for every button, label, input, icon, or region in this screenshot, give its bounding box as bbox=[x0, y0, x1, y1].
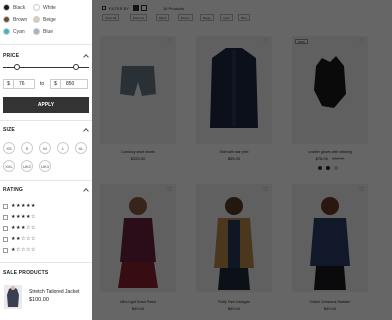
color-swatch bbox=[33, 4, 40, 11]
size-option-s[interactable]: S bbox=[21, 142, 33, 154]
price-min-value: 76 bbox=[19, 81, 25, 87]
divider bbox=[0, 120, 92, 121]
color-swatch bbox=[3, 28, 10, 35]
price-slider-max-handle[interactable] bbox=[73, 64, 79, 70]
star-rating: ★★★★☆ bbox=[11, 214, 36, 220]
price-to-label: to bbox=[40, 81, 45, 87]
rating-option-4[interactable]: ★★★★☆ bbox=[3, 214, 36, 220]
chevron-up-icon[interactable] bbox=[83, 54, 89, 60]
checkbox[interactable] bbox=[3, 236, 8, 242]
star-rating: ★☆☆☆☆ bbox=[11, 247, 36, 253]
sale-product-image[interactable] bbox=[4, 285, 22, 309]
star-rating: ★★★★★ bbox=[11, 203, 36, 209]
color-swatch bbox=[3, 16, 10, 23]
color-label: White bbox=[43, 4, 56, 11]
color-label: Blue bbox=[43, 28, 54, 35]
chevron-up-icon[interactable] bbox=[83, 188, 89, 194]
sale-product-name[interactable]: Stretch Tailored Jacket bbox=[29, 289, 80, 295]
divider bbox=[0, 262, 92, 263]
price-min-field[interactable]: $ 76 bbox=[3, 79, 35, 89]
size-option-uk2[interactable]: UK2 bbox=[21, 160, 33, 172]
price-max-value: 850 bbox=[66, 81, 75, 87]
checkbox[interactable] bbox=[3, 225, 8, 231]
checkbox[interactable] bbox=[3, 203, 8, 209]
rating-option-3[interactable]: ★★★☆☆ bbox=[3, 225, 36, 231]
price-title: PRICE bbox=[3, 53, 20, 59]
color-label: Brown bbox=[13, 16, 28, 23]
rating-option-2[interactable]: ★★☆☆☆ bbox=[3, 236, 36, 242]
divider bbox=[0, 44, 92, 45]
color-label: Cyan bbox=[13, 28, 25, 35]
rating-option-5[interactable]: ★★★★★ bbox=[3, 203, 36, 209]
color-option-blue[interactable]: Blue bbox=[33, 28, 53, 35]
rating-title: RATING bbox=[3, 187, 23, 193]
star-rating: ★★☆☆☆ bbox=[11, 236, 36, 242]
size-option-xs[interactable]: XS bbox=[3, 142, 15, 154]
checkbox[interactable] bbox=[3, 247, 8, 253]
size-option-xxl[interactable]: XXL bbox=[3, 160, 15, 172]
apply-button[interactable]: APPLY bbox=[3, 97, 89, 113]
rating-option-1[interactable]: ★☆☆☆☆ bbox=[3, 247, 36, 253]
color-option-black[interactable]: Black bbox=[3, 4, 25, 11]
size-option-l[interactable]: L bbox=[57, 142, 69, 154]
filter-sidebar: Black White Brown Beige Cyan Blue PRICE … bbox=[0, 0, 92, 320]
color-label: Beige bbox=[43, 16, 56, 23]
currency-symbol: $ bbox=[4, 80, 14, 88]
color-swatch bbox=[33, 16, 40, 23]
size-option-xl[interactable]: XL bbox=[75, 142, 87, 154]
price-max-field[interactable]: $ 850 bbox=[50, 79, 88, 89]
color-option-cyan[interactable]: Cyan bbox=[3, 28, 25, 35]
sale-product-price: $100.00 bbox=[29, 297, 49, 303]
color-option-white[interactable]: White bbox=[33, 4, 56, 11]
modal-backdrop[interactable] bbox=[92, 0, 392, 320]
size-option-m[interactable]: M bbox=[39, 142, 51, 154]
size-option-uk3[interactable]: UK3 bbox=[39, 160, 51, 172]
color-label: Black bbox=[13, 4, 26, 11]
color-option-beige[interactable]: Beige bbox=[33, 16, 56, 23]
size-title: SIZE bbox=[3, 127, 15, 133]
chevron-up-icon[interactable] bbox=[83, 128, 89, 134]
currency-symbol: $ bbox=[51, 80, 61, 88]
divider bbox=[0, 180, 92, 181]
color-swatch bbox=[3, 4, 10, 11]
checkbox[interactable] bbox=[3, 214, 8, 220]
price-slider-min-handle[interactable] bbox=[14, 64, 20, 70]
sale-products-title: SALE PRODUCTS bbox=[3, 270, 49, 276]
color-swatch bbox=[33, 28, 40, 35]
color-option-brown[interactable]: Brown bbox=[3, 16, 27, 23]
star-rating: ★★★☆☆ bbox=[11, 225, 36, 231]
